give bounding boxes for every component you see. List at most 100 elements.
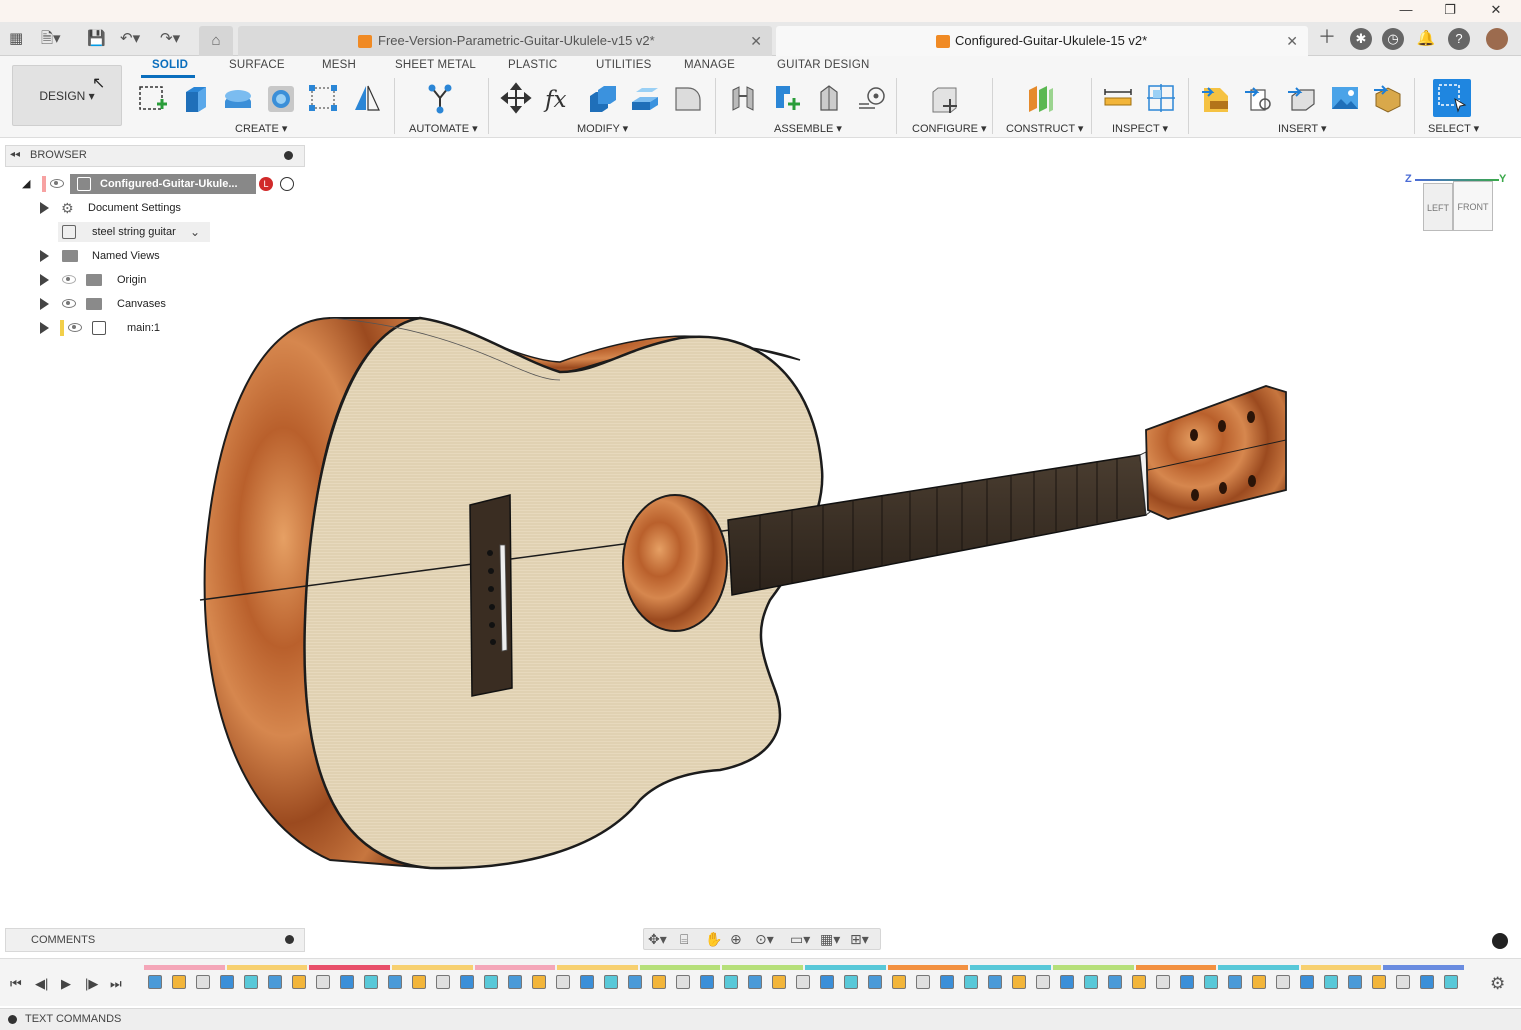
- timeline-feature[interactable]: [556, 975, 570, 989]
- timeline-feature[interactable]: [604, 975, 618, 989]
- layout-icon[interactable]: [1492, 933, 1508, 949]
- restore-button[interactable]: ❐: [1427, 0, 1473, 22]
- timeline-feature[interactable]: [868, 975, 882, 989]
- create-sketch-icon[interactable]: [137, 82, 169, 114]
- guitar-model[interactable]: [0, 139, 1521, 951]
- zoom-icon[interactable]: ⊕: [730, 931, 742, 947]
- pan-icon[interactable]: ✋: [705, 931, 722, 947]
- parameters-icon[interactable]: fx: [543, 82, 575, 114]
- timeline-feature[interactable]: [1324, 975, 1338, 989]
- automate-menu[interactable]: AUTOMATE ▾: [409, 122, 478, 135]
- automate-icon[interactable]: [424, 82, 456, 114]
- timeline-feature[interactable]: [364, 975, 378, 989]
- tree-item-main-component[interactable]: main:1: [40, 318, 170, 338]
- insert-derive-icon[interactable]: [1243, 82, 1275, 114]
- notifications-icon[interactable]: 🔔: [1415, 28, 1437, 50]
- timeline-feature[interactable]: [796, 975, 810, 989]
- collapse-triangle-icon[interactable]: ◢: [22, 174, 30, 194]
- timeline-feature[interactable]: [532, 975, 546, 989]
- timeline[interactable]: ⏮ ◀| ▶ |▶ ⏭ ⚙: [0, 958, 1521, 1006]
- section-analysis-icon[interactable]: [1145, 82, 1177, 114]
- view-cube[interactable]: Z Y LEFT FRONT: [1405, 173, 1506, 243]
- assemble-menu[interactable]: ASSEMBLE ▾: [774, 122, 842, 135]
- timeline-feature[interactable]: [892, 975, 906, 989]
- extrude-icon[interactable]: [180, 82, 212, 114]
- tab-surface[interactable]: SURFACE: [229, 59, 285, 71]
- text-commands-bar[interactable]: TEXT COMMANDS: [0, 1008, 1521, 1030]
- timeline-feature[interactable]: [724, 975, 738, 989]
- timeline-feature[interactable]: [1060, 975, 1074, 989]
- expand-triangle-icon[interactable]: [40, 322, 49, 334]
- timeline-feature[interactable]: [1204, 975, 1218, 989]
- tab-sheet-metal[interactable]: SHEET METAL: [395, 59, 476, 71]
- undo-icon[interactable]: ↶▾: [120, 30, 140, 48]
- timeline-feature[interactable]: [340, 975, 354, 989]
- as-built-joint-icon[interactable]: [813, 82, 845, 114]
- motion-link-icon[interactable]: [856, 82, 888, 114]
- pattern-icon[interactable]: [307, 82, 339, 114]
- step-back-icon[interactable]: ◀|: [35, 976, 48, 992]
- visibility-eye-icon[interactable]: [50, 179, 64, 188]
- help-icon[interactable]: ?: [1448, 28, 1470, 50]
- tab-utilities[interactable]: UTILITIES: [596, 59, 651, 71]
- workspace-switcher-button[interactable]: DESIGN ▾: [12, 65, 122, 126]
- timeline-feature[interactable]: [316, 975, 330, 989]
- play-icon[interactable]: ▶: [61, 976, 71, 992]
- insert-svg-icon[interactable]: [1200, 82, 1232, 114]
- grid-icon[interactable]: ▦▾: [820, 931, 840, 947]
- look-at-icon[interactable]: ⌸: [680, 931, 688, 947]
- timeline-feature[interactable]: [1420, 975, 1434, 989]
- configuration-dropdown[interactable]: steel string guitar ⌄: [58, 222, 210, 242]
- timeline-feature[interactable]: [748, 975, 762, 989]
- offset-plane-icon[interactable]: [1025, 82, 1057, 114]
- display-settings-icon[interactable]: ▭▾: [790, 931, 810, 947]
- shell-icon[interactable]: [629, 82, 661, 114]
- inspect-menu[interactable]: INSPECT ▾: [1112, 122, 1168, 135]
- extensions-icon[interactable]: ✱: [1350, 28, 1372, 50]
- timeline-feature[interactable]: [484, 975, 498, 989]
- timeline-feature[interactable]: [1396, 975, 1410, 989]
- tab-manage[interactable]: MANAGE: [684, 59, 735, 71]
- avatar[interactable]: [1486, 28, 1508, 50]
- viewports-icon[interactable]: ⊞▾: [850, 931, 869, 947]
- tree-item-origin[interactable]: Origin: [40, 270, 160, 290]
- tab-mesh[interactable]: MESH: [322, 59, 356, 71]
- expand-triangle-icon[interactable]: [40, 250, 49, 262]
- timeline-feature[interactable]: [1132, 975, 1146, 989]
- timeline-feature[interactable]: [1156, 975, 1170, 989]
- configure-menu[interactable]: CONFIGURE ▾: [912, 122, 987, 135]
- move-icon[interactable]: [500, 82, 532, 114]
- mirror-icon[interactable]: [351, 82, 383, 114]
- document-tab-free-version[interactable]: Free-Version-Parametric-Guitar-Ukulele-v…: [238, 26, 772, 56]
- orbit-icon[interactable]: ✥▾: [648, 931, 667, 947]
- warning-badge[interactable]: L: [259, 177, 273, 191]
- timeline-feature[interactable]: [172, 975, 186, 989]
- tree-item-document-settings[interactable]: ⚙ Document Settings: [40, 198, 190, 218]
- tab-guitar-design[interactable]: GUITAR DESIGN: [777, 59, 869, 71]
- insert-mcmaster-icon[interactable]: [1372, 82, 1404, 114]
- timeline-feature[interactable]: [700, 975, 714, 989]
- timeline-feature[interactable]: [940, 975, 954, 989]
- timeline-feature[interactable]: [820, 975, 834, 989]
- cube-face-front[interactable]: FRONT: [1453, 181, 1493, 231]
- canvas-viewport[interactable]: Z Y LEFT FRONT: [0, 139, 1521, 951]
- construct-menu[interactable]: CONSTRUCT ▾: [1006, 122, 1083, 135]
- timeline-feature[interactable]: [1228, 975, 1242, 989]
- timeline-feature[interactable]: [268, 975, 282, 989]
- pin-icon[interactable]: [284, 151, 293, 160]
- minimize-button[interactable]: —: [1383, 0, 1429, 22]
- measure-icon[interactable]: [1102, 82, 1134, 114]
- timeline-feature[interactable]: [1036, 975, 1050, 989]
- configure-icon[interactable]: [929, 82, 961, 114]
- timeline-feature[interactable]: [244, 975, 258, 989]
- timeline-feature[interactable]: [1300, 975, 1314, 989]
- timeline-feature[interactable]: [964, 975, 978, 989]
- fit-icon[interactable]: ⊙▾: [755, 931, 774, 947]
- collapse-icon[interactable]: ◂◂: [10, 145, 20, 165]
- timeline-feature[interactable]: [412, 975, 426, 989]
- go-to-start-icon[interactable]: ⏮: [10, 976, 22, 992]
- timeline-feature[interactable]: [676, 975, 690, 989]
- tree-root-row[interactable]: ◢ Configured-Guitar-Ukule... L: [22, 174, 302, 194]
- add-comment-icon[interactable]: [285, 935, 294, 944]
- new-tab-icon[interactable]: ＋: [1318, 28, 1336, 46]
